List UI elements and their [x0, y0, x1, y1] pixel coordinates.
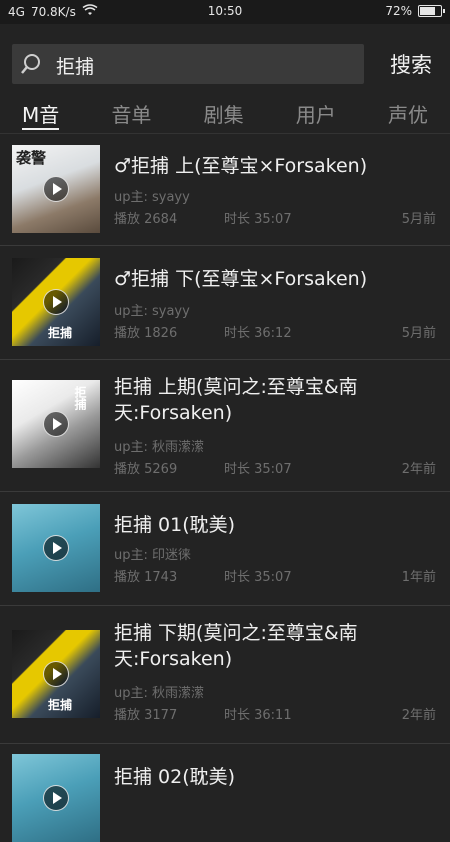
search-input[interactable]: [54, 48, 358, 82]
search-box[interactable]: [12, 44, 364, 84]
duration: 时长 36:12: [224, 326, 292, 341]
uploader: up主: 印迷徕: [114, 548, 192, 563]
cover-image: 拒捕: [12, 258, 100, 346]
list-item[interactable]: 拒捕 ♂拒捕 下(至尊宝×Forsaken) up主: syayy 播放 182…: [0, 246, 450, 360]
upload-age: 5月前: [401, 326, 436, 341]
list-item[interactable]: 拒捕 拒捕 下期(莫问之:至尊宝&南天:Forsaken) up主: 秋雨潆潆 …: [0, 606, 450, 744]
uploader: up主: syayy: [114, 304, 190, 319]
category-tabs: M音 音单 剧集 用户 声优: [0, 92, 450, 134]
uploader: up主: 秋雨潆潆: [114, 440, 205, 455]
cover-image: 袭警: [12, 145, 100, 233]
upload-age: 2年前: [401, 462, 436, 477]
play-count: 播放 3177: [114, 708, 178, 723]
cover-title: 袭警: [16, 149, 47, 167]
result-title: ♂拒捕 上(至尊宝×Forsaken): [114, 155, 368, 177]
play-count: 播放 2684: [114, 212, 178, 227]
cover-image: 拒捕: [12, 630, 100, 718]
list-item[interactable]: 拒捕 02(耽美): [0, 744, 450, 842]
status-bar: 4G 70.8K/s 10:50 72%: [0, 0, 450, 24]
cover-image: 拒捕: [12, 380, 100, 468]
search-icon: [20, 53, 42, 75]
results-list: 袭警 ♂拒捕 上(至尊宝×Forsaken) up主: syayy 播放 268…: [0, 135, 450, 842]
play-icon[interactable]: [43, 289, 69, 315]
play-count: 播放 5269: [114, 462, 178, 477]
uploader: up主: syayy: [114, 190, 190, 205]
cover-title: 拒捕: [48, 326, 73, 340]
upload-age: 2年前: [401, 708, 436, 723]
cover-title: 拒捕: [48, 698, 73, 712]
result-title: ♂拒捕 下(至尊宝×Forsaken): [114, 268, 368, 290]
cover-title: 拒捕: [73, 386, 87, 410]
tab-users[interactable]: 用户: [296, 92, 336, 134]
duration: 时长 35:07: [224, 462, 292, 477]
result-title: 拒捕 02(耽美): [114, 766, 236, 788]
result-title: 拒捕 下期(莫问之:至尊宝&南天:Forsaken): [114, 622, 358, 670]
duration: 时长 36:11: [224, 708, 292, 723]
tab-voice-actors[interactable]: 声优: [388, 92, 428, 134]
duration: 时长 35:07: [224, 212, 292, 227]
result-title: 拒捕 上期(莫问之:至尊宝&南天:Forsaken): [114, 376, 358, 424]
uploader: up主: 秋雨潆潆: [114, 686, 205, 701]
cover-image: [12, 504, 100, 592]
tab-playlists[interactable]: 音单: [111, 92, 151, 134]
tab-m-audio[interactable]: M音: [22, 92, 60, 134]
play-count: 播放 1826: [114, 326, 178, 341]
play-icon[interactable]: [43, 176, 69, 202]
play-icon[interactable]: [43, 411, 69, 437]
duration: 时长 35:07: [224, 570, 292, 585]
result-title: 拒捕 01(耽美): [114, 514, 236, 536]
battery-icon: [418, 5, 445, 17]
upload-age: 1年前: [401, 570, 436, 585]
cover-image: [12, 754, 100, 842]
battery-percent: 72%: [385, 4, 412, 18]
list-item[interactable]: 拒捕 拒捕 上期(莫问之:至尊宝&南天:Forsaken) up主: 秋雨潆潆 …: [0, 360, 450, 492]
clock: 10:50: [207, 4, 243, 18]
play-count: 播放 1743: [114, 570, 178, 585]
list-item[interactable]: 拒捕 01(耽美) up主: 印迷徕 播放 1743 时长 35:07 1年前: [0, 492, 450, 606]
tab-dramas[interactable]: 剧集: [204, 92, 244, 134]
upload-age: 5月前: [401, 212, 436, 227]
search-button[interactable]: 搜索: [368, 44, 438, 84]
list-item[interactable]: 袭警 ♂拒捕 上(至尊宝×Forsaken) up主: syayy 播放 268…: [0, 135, 450, 246]
play-icon[interactable]: [43, 785, 69, 811]
play-icon[interactable]: [43, 535, 69, 561]
play-icon[interactable]: [43, 661, 69, 687]
